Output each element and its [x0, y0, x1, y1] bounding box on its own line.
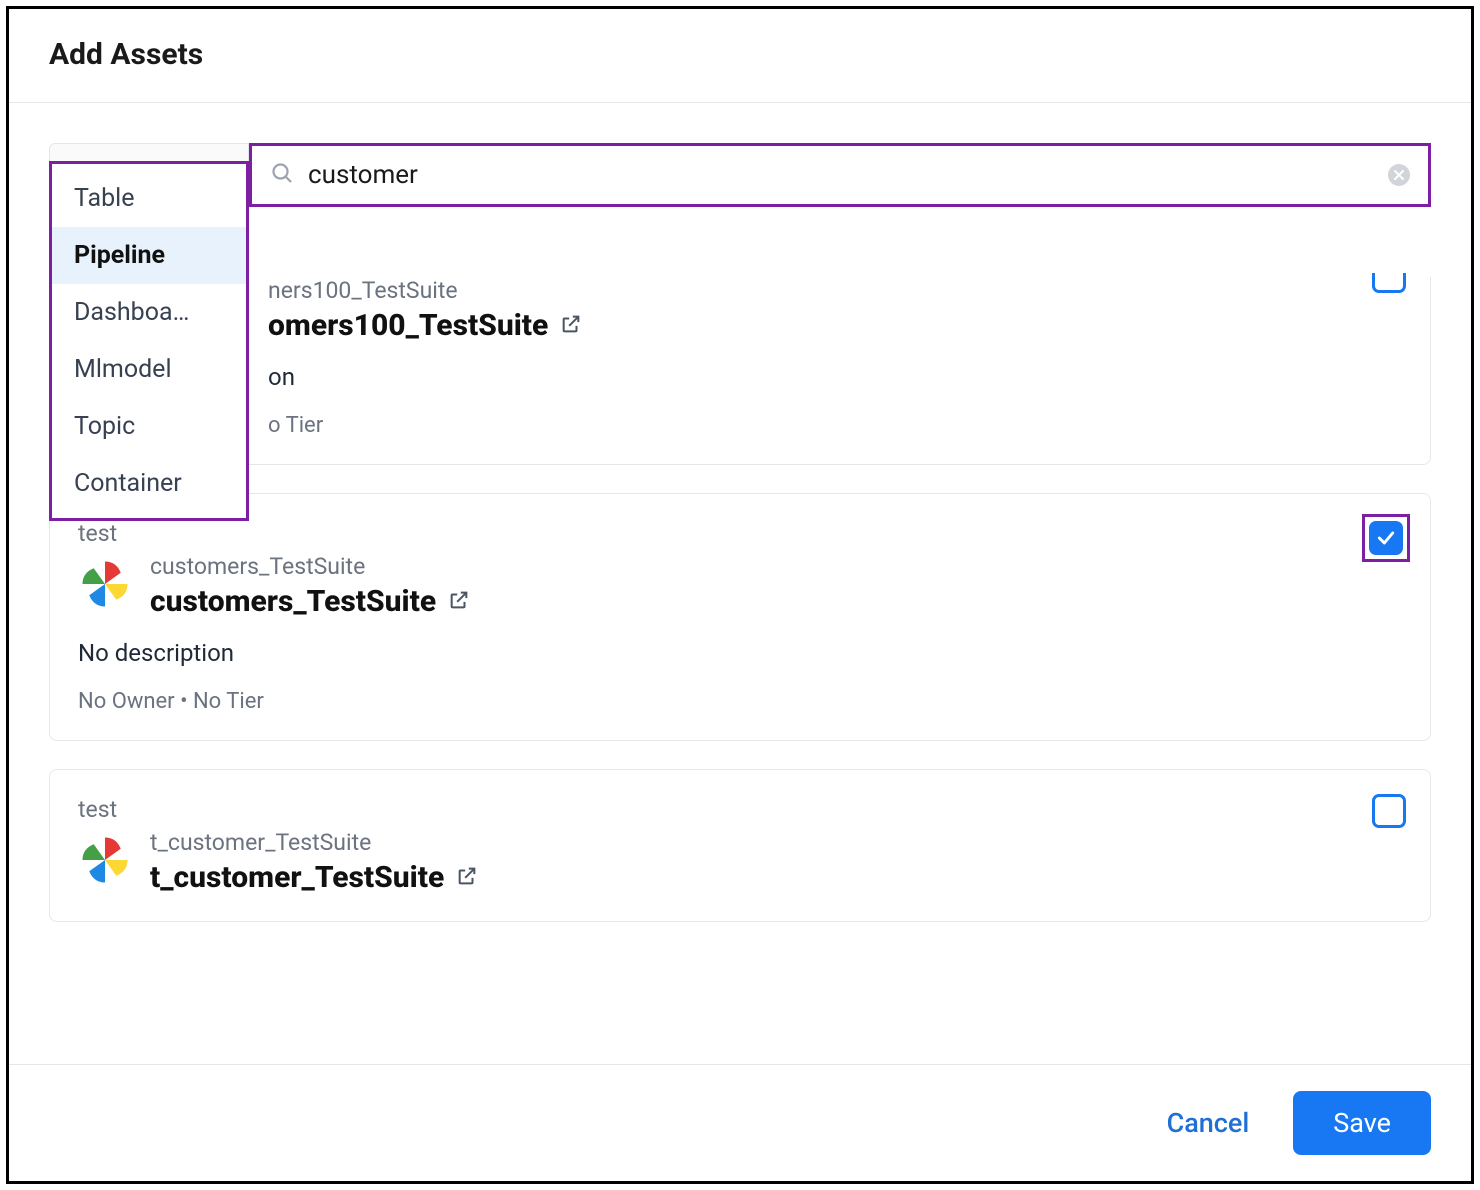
modal-header: Add Assets	[9, 9, 1471, 103]
pipeline-icon	[78, 557, 132, 615]
external-link-icon[interactable]	[560, 308, 582, 343]
result-description: No description	[78, 639, 1402, 667]
external-link-icon[interactable]	[448, 584, 470, 619]
result-card[interactable]: test customers_TestSuite customer	[49, 493, 1431, 741]
external-link-icon[interactable]	[456, 860, 478, 895]
checkbox-wrap	[1372, 273, 1406, 293]
dropdown-item-mlmodel[interactable]: Mlmodel	[52, 341, 246, 398]
results-list: ners100_TestSuite omers100_TestSuite on …	[49, 237, 1431, 922]
result-breadcrumb: test	[78, 796, 1402, 823]
result-title: t_customer_TestSuite	[150, 860, 478, 895]
search-field-wrap	[249, 143, 1431, 207]
select-asset-checkbox[interactable]	[1372, 794, 1406, 828]
modal-body: Table Pipeline Dashboa… Mlmodel Topic Co…	[9, 103, 1471, 1064]
result-subtitle: customers_TestSuite	[150, 553, 470, 580]
dropdown-item-dashboard[interactable]: Dashboa…	[52, 284, 246, 341]
result-description: on	[268, 363, 1402, 391]
result-card[interactable]: ners100_TestSuite omers100_TestSuite on …	[49, 277, 1431, 465]
modal-title: Add Assets	[49, 37, 1431, 72]
result-title: omers100_TestSuite	[268, 308, 582, 343]
result-meta: No Owner • No Tier	[78, 689, 1402, 714]
asset-type-dropdown-menu: Table Pipeline Dashboa… Mlmodel Topic Co…	[49, 161, 249, 521]
result-card[interactable]: test t_customer_TestSuite t_custo	[49, 769, 1431, 922]
cancel-button[interactable]: Cancel	[1167, 1107, 1250, 1139]
search-icon	[270, 161, 294, 189]
search-input[interactable]	[308, 160, 1374, 190]
dropdown-item-topic[interactable]: Topic	[52, 398, 246, 455]
result-title: customers_TestSuite	[150, 584, 470, 619]
dropdown-item-table[interactable]: Table	[52, 170, 246, 227]
result-subtitle: t_customer_TestSuite	[150, 829, 478, 856]
result-breadcrumb: test	[78, 520, 1402, 547]
add-assets-modal: Add Assets Table Pipeline Dashboa… Mlmod…	[6, 6, 1474, 1184]
dropdown-item-pipeline[interactable]: Pipeline	[52, 227, 246, 284]
search-row: Table Pipeline Dashboa… Mlmodel Topic Co…	[49, 143, 1431, 207]
result-meta: o Tier	[268, 413, 1402, 438]
select-asset-checkbox[interactable]	[1372, 273, 1406, 293]
clear-search-button[interactable]	[1388, 164, 1410, 186]
save-button[interactable]: Save	[1293, 1091, 1431, 1155]
checkbox-wrap	[1372, 794, 1406, 828]
checkbox-wrap	[1362, 514, 1410, 562]
result-subtitle: ners100_TestSuite	[268, 277, 582, 304]
pipeline-icon	[78, 833, 132, 891]
modal-footer: Cancel Save	[9, 1064, 1471, 1181]
select-asset-checkbox[interactable]	[1369, 521, 1403, 555]
dropdown-item-container[interactable]: Container	[52, 455, 246, 512]
